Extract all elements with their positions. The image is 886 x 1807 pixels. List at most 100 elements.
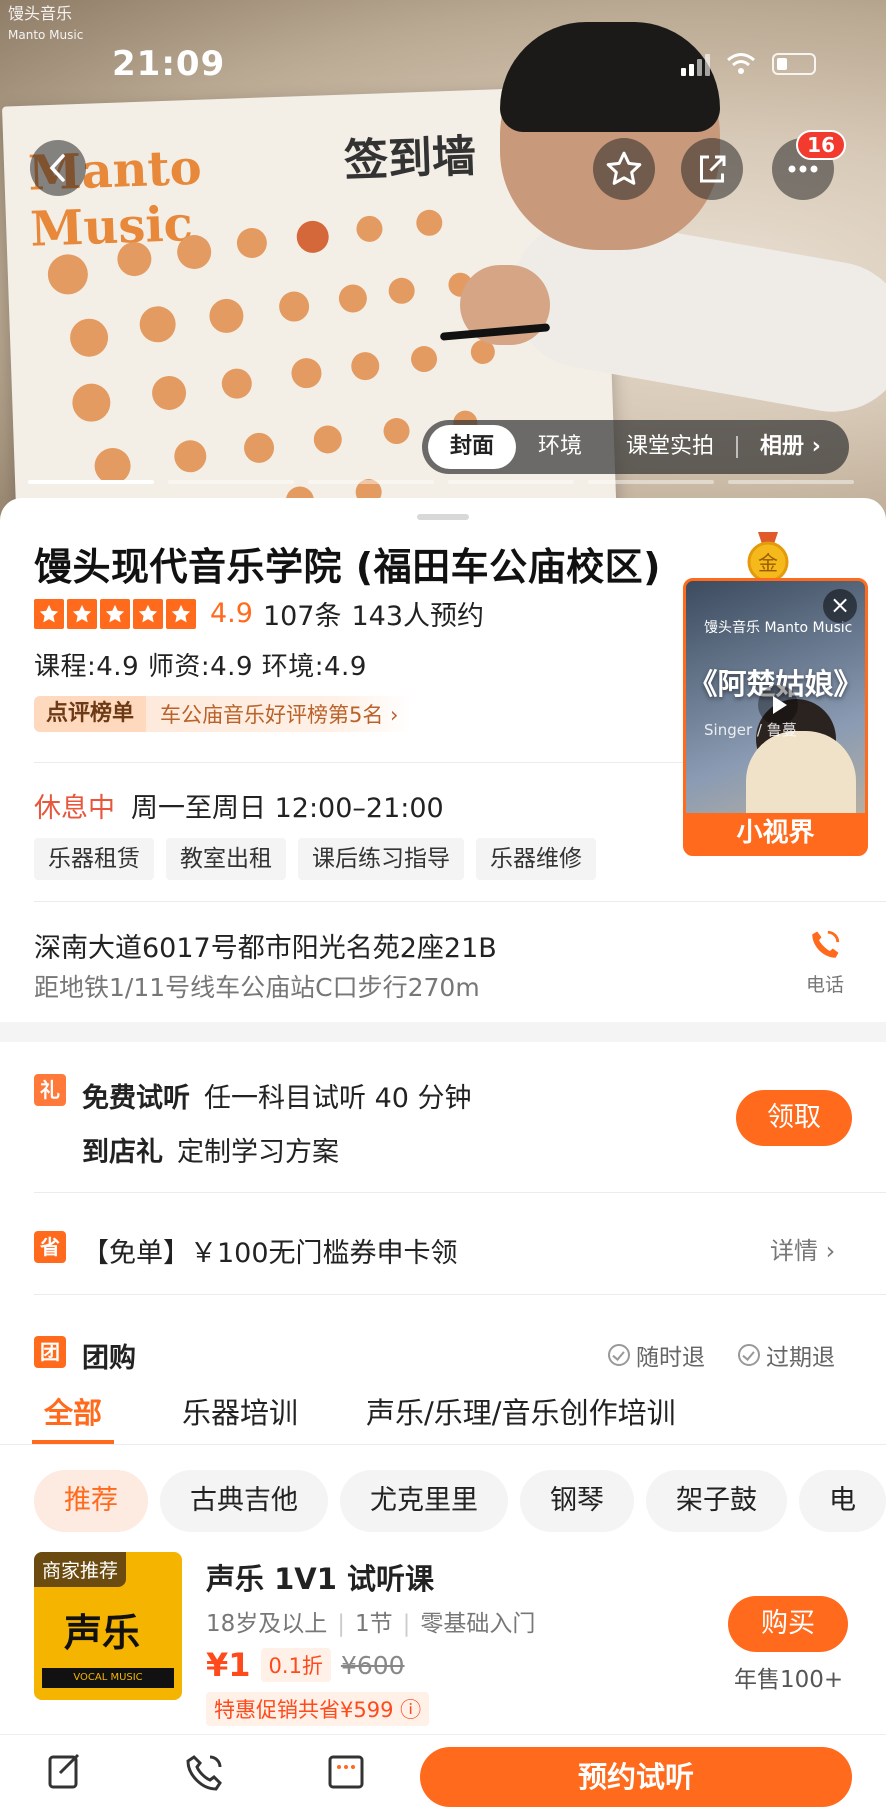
pill-drums[interactable]: 架子鼓 bbox=[646, 1470, 787, 1532]
refund-anytime: 随时退 bbox=[608, 1338, 705, 1372]
free-trial-row: 免费试听 任一科目试听 40 分钟 bbox=[82, 1076, 472, 1115]
floating-video[interactable]: 馒头音乐 Manto Music 《阿楚姑娘》 Singer / 鲁蔓 × 小视… bbox=[683, 578, 868, 856]
drag-handle[interactable] bbox=[417, 514, 469, 520]
favorite-button[interactable] bbox=[593, 138, 655, 200]
check-circle-icon bbox=[608, 1344, 630, 1366]
tab-environment[interactable]: 环境 bbox=[516, 425, 604, 469]
business-hours: 休息中 周一至周日 12:00–21:00 bbox=[34, 786, 444, 825]
coupon-detail-link[interactable]: 详情 › bbox=[770, 1231, 835, 1266]
chat-icon[interactable] bbox=[326, 1751, 366, 1791]
deal-title[interactable]: 声乐 1V1 试听课 bbox=[206, 1556, 434, 1598]
deal-meta: 18岁及以上 | 1节 | 零基础入门 bbox=[206, 1611, 536, 1637]
category-tabs: 全部 乐器培训 声乐/乐理/音乐创作培训 bbox=[32, 1390, 744, 1444]
pill-electric[interactable]: 电 bbox=[799, 1470, 886, 1532]
status-icons bbox=[681, 52, 816, 76]
tab-all[interactable]: 全部 bbox=[32, 1390, 115, 1444]
gold-medal-icon: 金 bbox=[747, 532, 789, 583]
booking-count: 143人预约 bbox=[351, 601, 485, 632]
review-icon[interactable] bbox=[46, 1751, 86, 1791]
video-band-label: 小视界 bbox=[686, 813, 865, 853]
deal-price: ¥1 bbox=[206, 1646, 251, 1684]
signal-icon bbox=[681, 52, 710, 76]
coupon-text[interactable]: 【免单】￥100无门槛券申卡领 bbox=[82, 1231, 458, 1270]
video-singer: Singer / 鲁蔓 bbox=[704, 721, 797, 739]
free-trial-title: 免费试听 bbox=[82, 1083, 190, 1114]
deal-thumbnail[interactable]: 商家推荐 声乐 VOCAL MUSIC bbox=[34, 1552, 182, 1700]
share-button[interactable] bbox=[681, 138, 743, 200]
gift-icon: 礼 bbox=[34, 1074, 66, 1106]
more-button[interactable]: 16 bbox=[772, 130, 846, 200]
hero-photo[interactable]: Manto Music 签到墙 馒头音乐 Manto Music 21:09 1… bbox=[0, 0, 886, 520]
star-icon bbox=[100, 598, 130, 629]
board-title: 签到墙 bbox=[343, 131, 477, 187]
pill-recommended[interactable]: 推荐 bbox=[34, 1470, 148, 1532]
store-gift-desc: 定制学习方案 bbox=[177, 1137, 339, 1168]
shop-title: 馒头现代音乐学院 (福田车公庙校区) bbox=[34, 545, 661, 589]
claim-button[interactable]: 领取 bbox=[736, 1090, 852, 1146]
ranking-tag: 点评榜单 bbox=[34, 696, 147, 732]
service-chips: 乐器租赁 教室出租 课后练习指导 乐器维修 bbox=[34, 838, 596, 880]
share-icon bbox=[700, 155, 726, 183]
filter-pills: 推荐 古典吉他 尤克里里 钢琴 架子鼓 电 bbox=[34, 1470, 886, 1532]
refund-expired: 过期退 bbox=[738, 1338, 835, 1372]
free-trial-desc: 任一科目试听 40 分钟 bbox=[204, 1083, 472, 1114]
watermark-logo: 馒头音乐 Manto Music bbox=[8, 4, 84, 42]
save-icon: 省 bbox=[34, 1231, 66, 1263]
rating-row[interactable]: 4.9 107条 143人预约 bbox=[34, 594, 484, 633]
status-label: 休息中 bbox=[34, 793, 115, 824]
close-icon[interactable]: × bbox=[823, 589, 857, 623]
store-gift-title: 到店礼 bbox=[82, 1137, 163, 1168]
address[interactable]: 深南大道6017号都市阳光名苑2座21B bbox=[34, 926, 497, 965]
group-buy-title: 团购 bbox=[82, 1343, 136, 1374]
star-icon bbox=[606, 151, 642, 185]
merchant-recommend-tag: 商家推荐 bbox=[34, 1552, 127, 1587]
media-tabs: 封面 环境 课堂实拍 相册 › bbox=[422, 420, 849, 474]
discount-tag: 0.1折 bbox=[260, 1648, 331, 1682]
hours-text: 周一至周日 12:00–21:00 bbox=[131, 793, 444, 824]
service-chip: 乐器租赁 bbox=[34, 838, 154, 880]
wifi-icon bbox=[727, 53, 755, 74]
reserve-trial-button[interactable]: 预约试听 bbox=[420, 1747, 852, 1807]
buy-button[interactable]: 购买 bbox=[728, 1596, 848, 1652]
star-icon bbox=[34, 598, 64, 629]
call-icon[interactable] bbox=[186, 1751, 226, 1791]
check-circle-icon bbox=[738, 1344, 760, 1366]
sub-scores: 课程:4.9 师资:4.9 环境:4.9 bbox=[34, 652, 367, 682]
ranking-text: 车公庙音乐好评榜第5名 › bbox=[160, 703, 399, 727]
tab-album[interactable]: 相册 › bbox=[738, 425, 843, 469]
pill-piano[interactable]: 钢琴 bbox=[520, 1470, 634, 1532]
store-gift-row: 到店礼 定制学习方案 bbox=[82, 1130, 339, 1169]
phone-icon bbox=[812, 930, 840, 958]
battery-icon bbox=[772, 53, 816, 75]
svg-text:金: 金 bbox=[758, 551, 778, 575]
divider bbox=[34, 762, 736, 763]
more-icon bbox=[788, 165, 818, 173]
original-price: ¥600 bbox=[340, 1650, 405, 1680]
ranking-badge[interactable]: 点评榜单 车公庙音乐好评榜第5名 › bbox=[34, 696, 413, 732]
tab-class-photos[interactable]: 课堂实拍 bbox=[604, 425, 736, 469]
section-gap bbox=[0, 1022, 886, 1042]
carousel-progress bbox=[28, 480, 854, 484]
rating-score: 4.9 bbox=[210, 598, 253, 629]
service-chip: 乐器维修 bbox=[476, 838, 596, 880]
star-icon bbox=[166, 598, 196, 629]
review-count: 107条 bbox=[262, 601, 342, 632]
tab-instrument-training[interactable]: 乐器培训 bbox=[182, 1390, 298, 1444]
tab-vocal-theory[interactable]: 声乐/乐理/音乐创作培训 bbox=[366, 1390, 676, 1444]
price-row: ¥1 0.1折 ¥600 bbox=[206, 1646, 405, 1684]
phone-button[interactable]: 电话 bbox=[800, 928, 850, 997]
annual-sales: 年售100+ bbox=[734, 1667, 844, 1693]
divider bbox=[34, 901, 886, 902]
back-button[interactable] bbox=[30, 140, 86, 196]
divider bbox=[0, 1444, 886, 1445]
star-icon bbox=[133, 598, 163, 629]
distance-info: 距地铁1/11号线车公庙站C口步行270m bbox=[34, 973, 480, 1002]
bottom-action-bar: 预约试听 bbox=[0, 1734, 886, 1807]
pill-ukulele[interactable]: 尤克里里 bbox=[340, 1470, 508, 1532]
group-buy-icon: 团 bbox=[34, 1336, 66, 1368]
notification-badge: 16 bbox=[796, 130, 846, 160]
rating-stars bbox=[34, 598, 196, 629]
promo-savings[interactable]: 特惠促销共省¥599 ⓘ bbox=[206, 1692, 430, 1726]
pill-classical-guitar[interactable]: 古典吉他 bbox=[160, 1470, 328, 1532]
tab-cover[interactable]: 封面 bbox=[428, 425, 517, 469]
